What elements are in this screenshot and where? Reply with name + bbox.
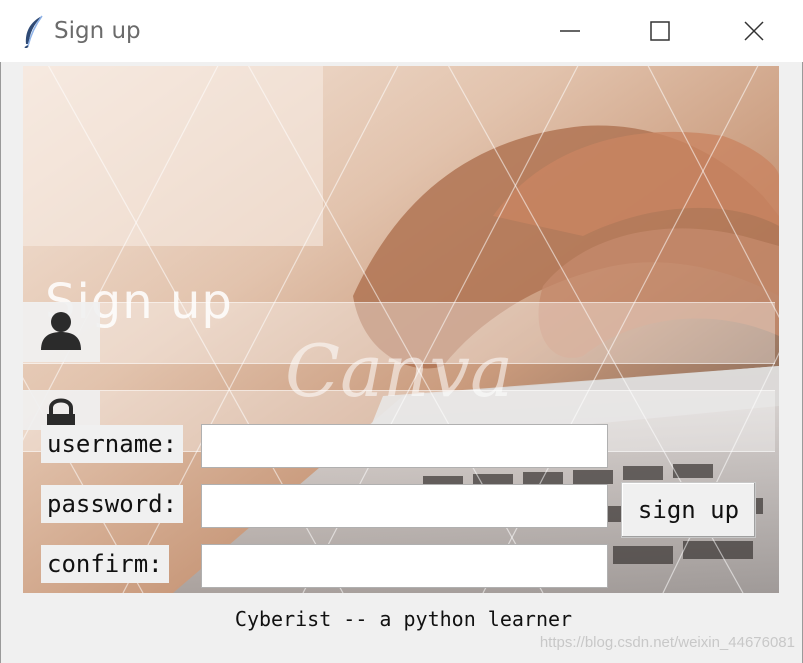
window-border-left: [0, 62, 1, 663]
password-field[interactable]: [201, 484, 608, 528]
lock-icon: [47, 398, 75, 430]
minimize-icon: [560, 30, 580, 32]
user-icon-box: [23, 302, 100, 362]
close-button[interactable]: [724, 10, 784, 52]
username-strip: [23, 302, 775, 364]
footer-caption-row: Cyberist -- a python learner: [0, 607, 803, 631]
username-field[interactable]: [201, 424, 608, 468]
footer-caption: Cyberist -- a python learner: [234, 607, 573, 631]
maximize-button[interactable]: [630, 10, 690, 52]
title-bar[interactable]: Sign up: [0, 0, 803, 62]
minimize-button[interactable]: [540, 10, 600, 52]
password-label: password:: [41, 485, 184, 523]
window-title: Sign up: [54, 18, 141, 44]
csdn-watermark: https://blog.csdn.net/weixin_44676081: [539, 634, 795, 651]
sign-up-button[interactable]: sign up: [621, 482, 756, 538]
user-icon: [41, 312, 81, 350]
lock-icon-box: [23, 390, 100, 430]
confirm-field[interactable]: [201, 544, 608, 588]
confirm-label: confirm:: [41, 545, 169, 583]
username-label: username:: [41, 425, 184, 463]
maximize-icon: [650, 21, 670, 41]
feather-icon: [20, 14, 48, 49]
close-icon: [744, 21, 764, 41]
